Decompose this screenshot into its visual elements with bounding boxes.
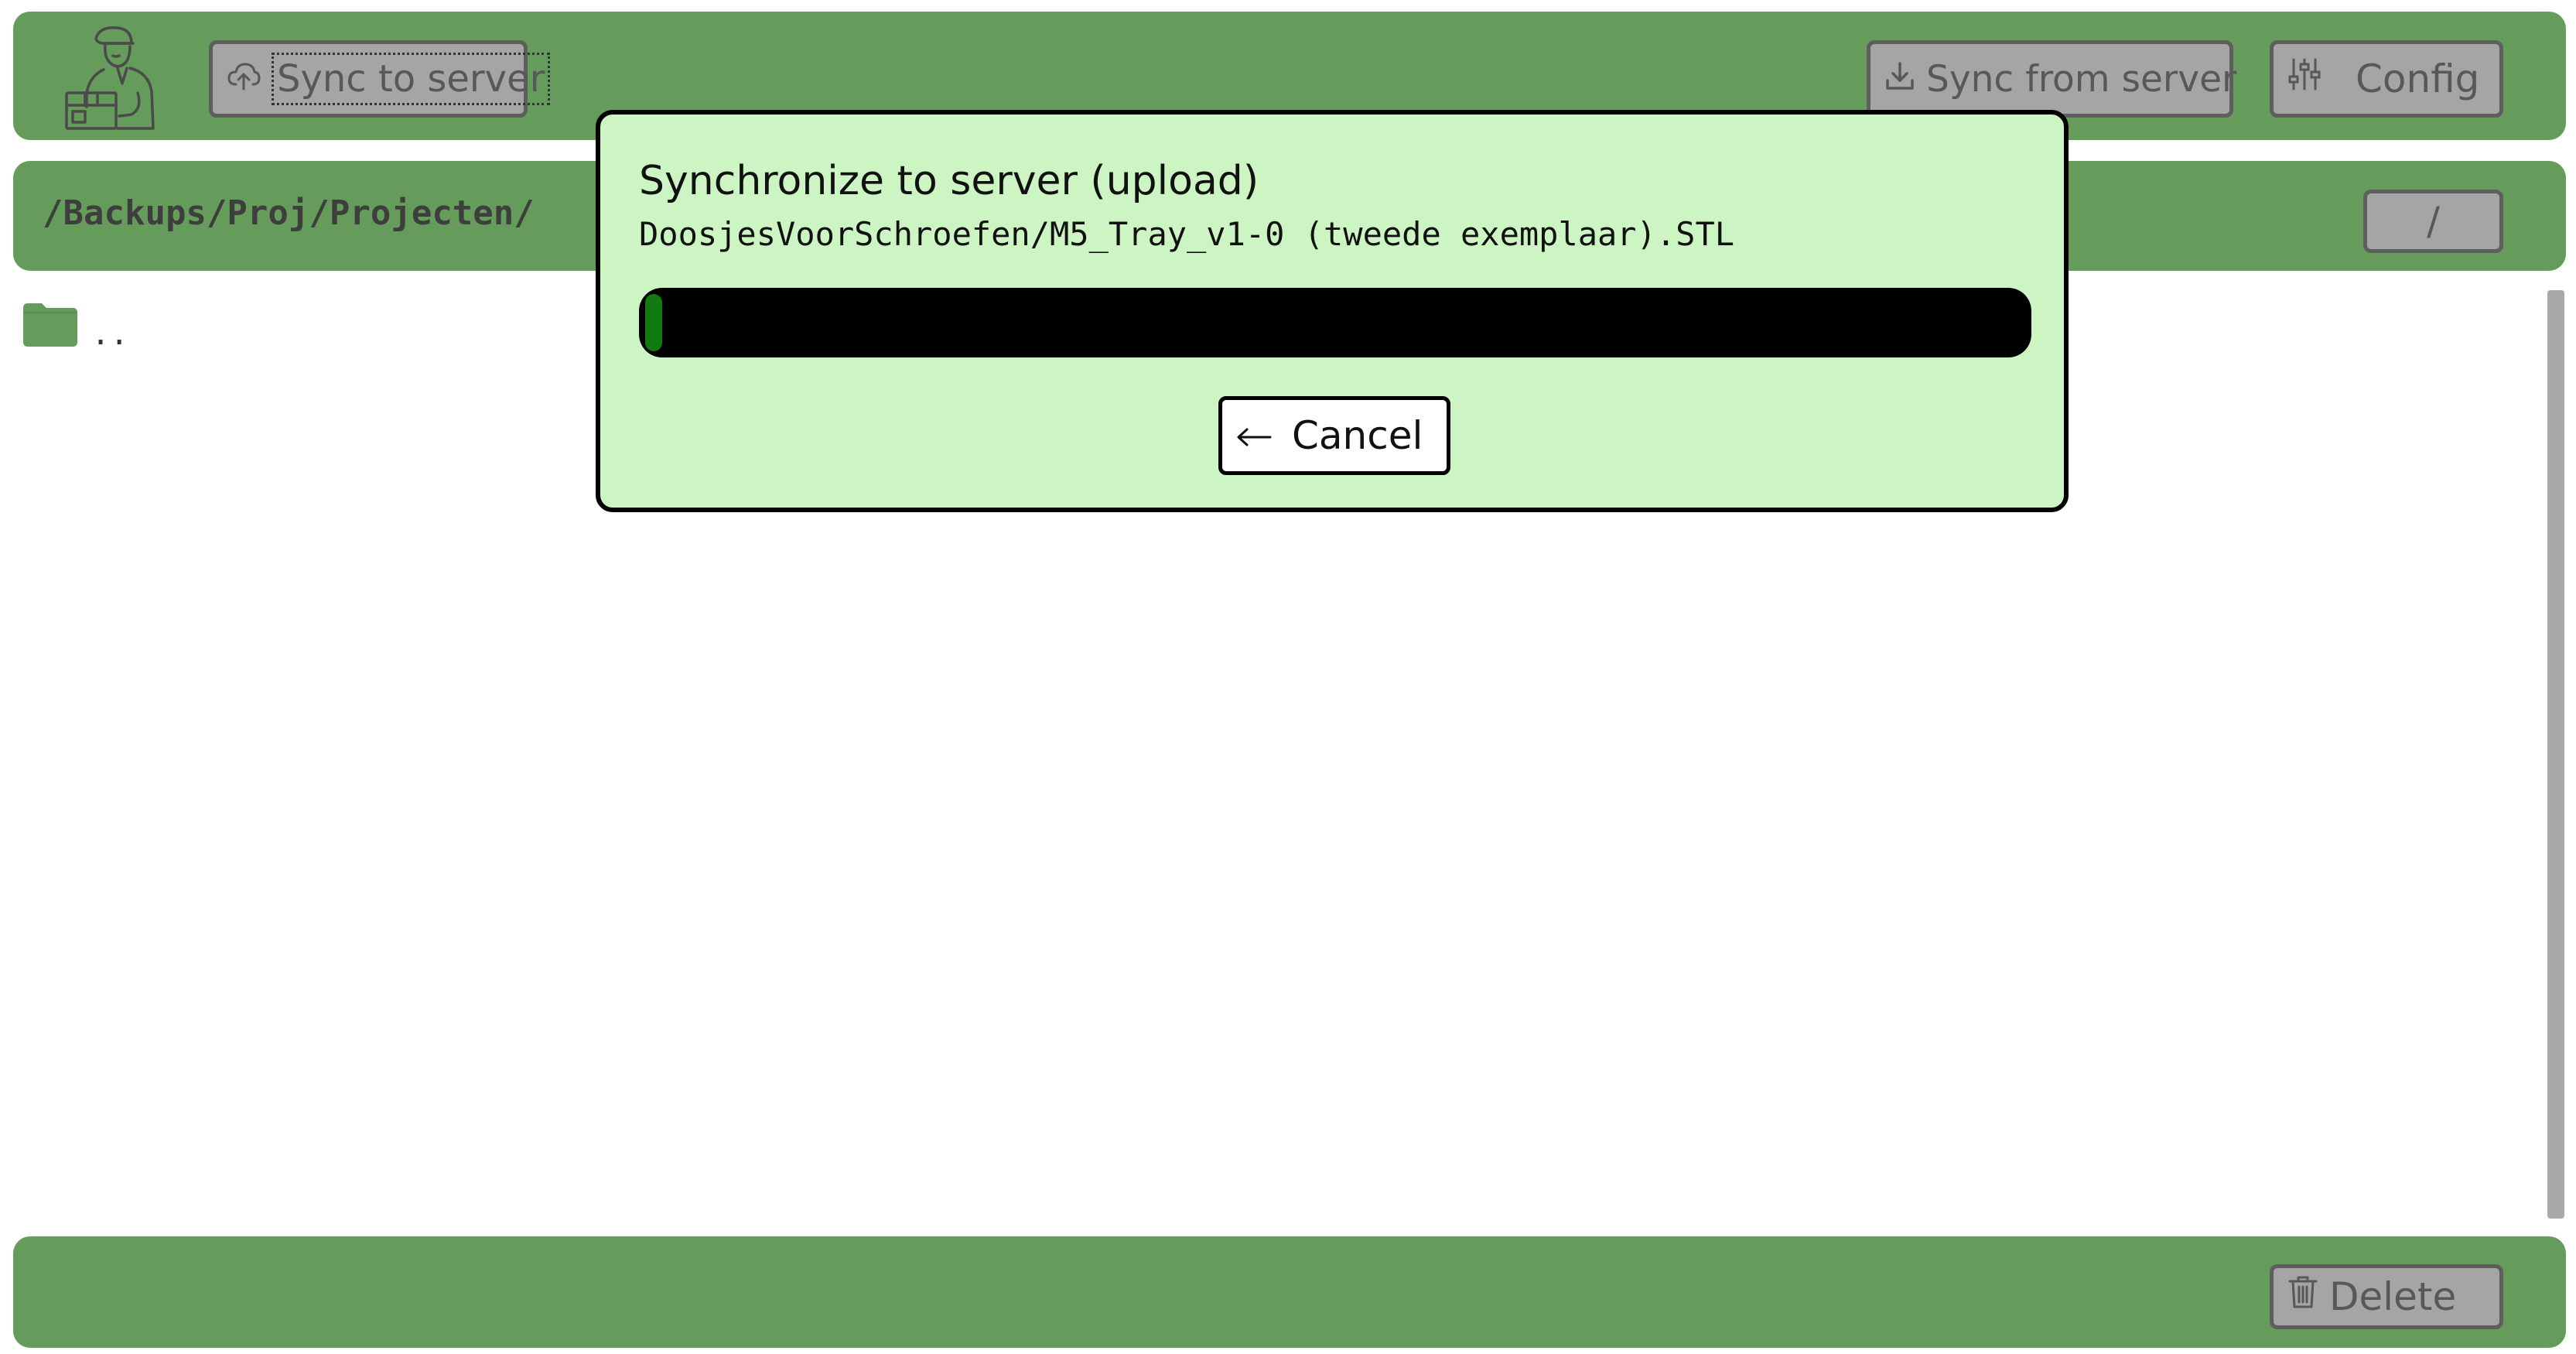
app-window: Sync to server Sync from server Config /… (0, 0, 2576, 1354)
sync-to-server-button[interactable]: Sync to server (209, 40, 551, 118)
root-directory-label: / (2427, 199, 2440, 244)
list-item-label: .. (91, 316, 129, 352)
folder-icon (22, 302, 79, 351)
delete-button[interactable]: Delete (2270, 1264, 2503, 1329)
upload-progress-bar (639, 288, 2031, 357)
vertical-scrollbar[interactable] (2547, 290, 2564, 1219)
current-path: /Backups/Proj/Projecten/ (43, 193, 535, 233)
trash-icon (2287, 1274, 2318, 1319)
sliders-icon (2287, 56, 2321, 101)
list-item-parent-directory[interactable]: .. (22, 302, 128, 351)
current-file-name: DoosjesVoorSchroefen/M5_Tray_v1-0 (tweed… (639, 215, 1735, 253)
bottom-toolbar (13, 1236, 2566, 1348)
root-directory-button[interactable]: / (2363, 190, 2503, 253)
delivery-person-logo-icon (56, 22, 172, 134)
upload-progress-fill (645, 294, 662, 351)
dialog-title: Synchronize to server (upload) (639, 158, 1259, 204)
arrow-left-icon (1235, 413, 1273, 458)
sync-progress-dialog: Synchronize to server (upload) DoosjesVo… (596, 110, 2069, 512)
delete-label: Delete (2329, 1274, 2457, 1319)
cloud-upload-icon (227, 56, 261, 101)
cancel-label: Cancel (1292, 413, 1423, 458)
sync-to-server-label: Sync to server (272, 53, 551, 105)
sync-from-server-label: Sync from server (1926, 57, 2237, 101)
config-button[interactable]: Config (2270, 40, 2503, 118)
sync-from-server-button[interactable]: Sync from server (1867, 40, 2237, 118)
config-label: Config (2356, 56, 2480, 101)
download-icon (1884, 58, 1915, 101)
cancel-button[interactable]: Cancel (1218, 396, 1450, 475)
